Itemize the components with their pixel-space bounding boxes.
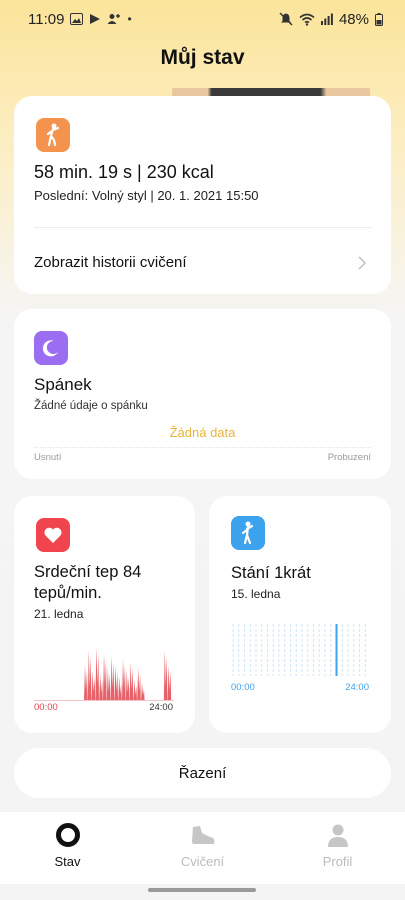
heart-rate-spike bbox=[114, 665, 118, 701]
sleep-icon-box bbox=[34, 331, 68, 365]
status-ring-icon bbox=[55, 823, 80, 847]
heart-rate-spike bbox=[125, 671, 130, 701]
heart-rate-title: Srdeční tep 84 tepů/min. bbox=[34, 563, 142, 602]
standing-chart bbox=[232, 624, 366, 676]
sleep-end-label: Probuzení bbox=[327, 452, 371, 463]
battery-icon bbox=[375, 12, 383, 26]
nav-label-profil: Profil bbox=[322, 854, 353, 869]
profile-icon bbox=[327, 824, 348, 847]
heart-rate-spike bbox=[122, 659, 126, 701]
heart-rate-spike bbox=[106, 668, 111, 701]
play-store-icon bbox=[90, 14, 101, 24]
nav-item-cviceni[interactable]: Cvičení bbox=[153, 822, 253, 869]
signal-icon bbox=[320, 13, 333, 25]
sleep-axis bbox=[34, 447, 371, 448]
heart-rate-spike bbox=[137, 668, 141, 701]
heart-rate-spike bbox=[129, 662, 134, 701]
standing-chart-end: 24:00 bbox=[345, 682, 369, 693]
nav-item-stav[interactable]: Stav bbox=[18, 822, 118, 869]
heart-rate-spike bbox=[91, 671, 96, 701]
heart-rate-spike bbox=[99, 674, 103, 701]
page-title: Můj stav bbox=[160, 46, 245, 69]
nav-item-profil[interactable]: Profil bbox=[288, 822, 388, 869]
heart-rate-spike bbox=[118, 677, 122, 701]
exercise-history-link[interactable]: Zobrazit historii cvičení bbox=[34, 254, 187, 271]
status-time: 11:09 bbox=[28, 10, 65, 28]
exercise-card[interactable]: 58 min. 19 s | 230 kcal Poslední: Volný … bbox=[14, 96, 391, 294]
heart-rate-spike bbox=[141, 683, 145, 701]
sleep-card[interactable]: Spánek Žádné údaje o spánku Žádná data U… bbox=[14, 309, 391, 479]
heart-icon-box bbox=[36, 518, 70, 552]
nav-label-stav: Stav bbox=[54, 854, 81, 869]
stand-icon-box bbox=[231, 516, 265, 550]
standing-person-icon bbox=[241, 521, 254, 545]
heart-chart-start: 00:00 bbox=[34, 702, 58, 713]
heart-rate-spike bbox=[163, 650, 168, 701]
home-gesture-handle[interactable] bbox=[148, 888, 256, 892]
bottom-navigation: Stav Cvičení Profil bbox=[0, 812, 405, 884]
heart-rate-chart bbox=[84, 647, 172, 701]
heart-rate-spike bbox=[95, 647, 99, 701]
sleep-start-label: Usnutí bbox=[34, 452, 62, 463]
divider bbox=[34, 227, 371, 228]
heart-rate-card[interactable]: Srdeční tep 84 tepů/min. 21. ledna 00:00… bbox=[14, 496, 195, 733]
exercise-icon-box bbox=[36, 118, 70, 152]
system-nav-bar bbox=[0, 884, 405, 900]
moon-icon bbox=[42, 340, 58, 357]
standing-title: Stání 1krát bbox=[231, 564, 311, 582]
walking-person-icon bbox=[46, 123, 60, 147]
heart-icon bbox=[44, 527, 62, 543]
standing-chart-start: 00:00 bbox=[231, 682, 255, 693]
sort-button[interactable]: Řazení bbox=[14, 748, 391, 798]
heart-rate-spike bbox=[133, 680, 137, 701]
heart-rate-spike bbox=[87, 650, 92, 701]
chevron-right-icon bbox=[358, 256, 367, 270]
heart-rate-spike bbox=[110, 656, 115, 701]
add-contact-icon bbox=[107, 14, 121, 24]
dot-icon: • bbox=[127, 12, 132, 26]
heart-rate-spike bbox=[103, 653, 107, 701]
heart-rate-spike bbox=[167, 665, 172, 701]
status-bar: 11:09 • 48% bbox=[0, 0, 405, 38]
sleep-no-data: Žádná data bbox=[169, 425, 236, 440]
nav-label-cviceni: Cvičení bbox=[180, 854, 225, 869]
shoe-icon bbox=[191, 826, 214, 844]
sleep-title: Spánek bbox=[34, 375, 92, 394]
exercise-last-activity: Poslední: Volný styl | 20. 1. 2021 15:50 bbox=[34, 188, 259, 203]
mute-icon bbox=[279, 12, 293, 26]
heart-rate-spike bbox=[84, 665, 88, 701]
standing-date: 15. ledna bbox=[231, 587, 281, 601]
heart-chart-baseline bbox=[34, 700, 174, 701]
heart-chart-end: 24:00 bbox=[149, 702, 173, 713]
exercise-summary: 58 min. 19 s | 230 kcal bbox=[34, 162, 214, 182]
standing-card[interactable]: Stání 1krát 15. ledna 00:00 24:00 bbox=[209, 496, 391, 733]
battery-percent: 48% bbox=[338, 10, 369, 28]
sleep-subtitle: Žádné údaje o spánku bbox=[34, 400, 148, 412]
wifi-icon bbox=[299, 13, 315, 26]
heart-rate-date: 21. ledna bbox=[34, 607, 84, 621]
gallery-icon bbox=[70, 13, 84, 25]
